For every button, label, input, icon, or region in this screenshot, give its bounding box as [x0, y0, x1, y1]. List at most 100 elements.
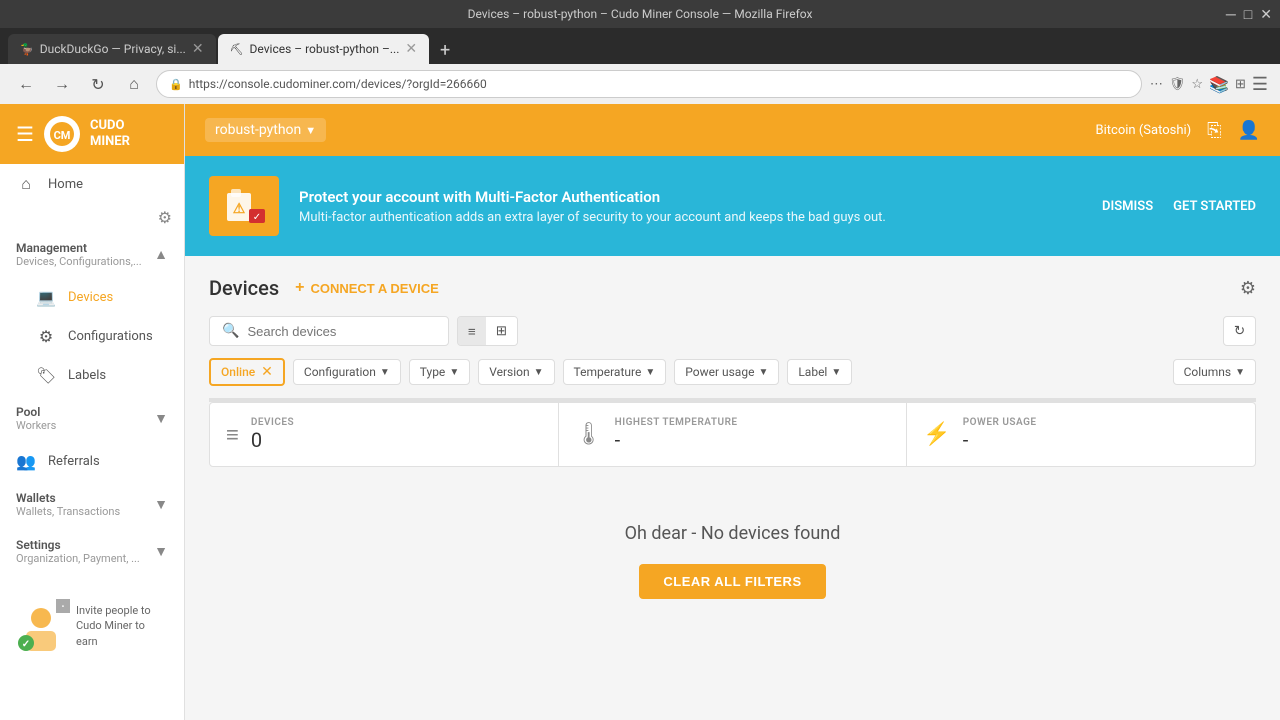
menu-btn[interactable]: ☰ [1252, 74, 1268, 95]
tab-1-close[interactable]: ✕ [192, 41, 204, 57]
mfa-illustration: ⚠ ✓ [219, 181, 269, 231]
tab-2[interactable]: ⛏ Devices – robust-python –... ✕ [218, 34, 430, 64]
settings-title: Settings [16, 538, 140, 552]
svg-text:⚠: ⚠ [233, 201, 246, 217]
power-usage-dropdown[interactable]: Power usage ▼ [674, 359, 779, 385]
clear-all-filters-btn[interactable]: CLEAR ALL FILTERS [639, 564, 825, 599]
mfa-icon: ⚠ ✓ [209, 176, 279, 236]
svg-text:✓: ✓ [22, 639, 30, 650]
list-view-icon: ≡ [468, 324, 476, 339]
home-btn[interactable]: ⌂ [120, 70, 148, 98]
mfa-actions: DISMISS GET STARTED [1102, 199, 1256, 214]
logo-icon: CM [48, 120, 76, 148]
referral-promo: ✓ • Invite people to Cudo Miner to earn [0, 591, 184, 665]
address-bar: ← → ↻ ⌂ 🔒 https://console.cudominer.com/… [0, 64, 1280, 104]
power-stat-icon: ⚡ [923, 422, 950, 447]
stat-temperature: 🌡 HIGHEST TEMPERATURE - [559, 403, 908, 466]
sidebar-item-home[interactable]: ⌂ Home [0, 164, 184, 204]
sidebar-item-devices[interactable]: 💻 Devices [0, 278, 184, 317]
labels-label: Labels [68, 368, 106, 383]
back-btn[interactable]: ← [12, 70, 40, 98]
reader-view[interactable]: ⊞ [1235, 77, 1246, 92]
version-dropdown[interactable]: Version ▼ [478, 359, 554, 385]
tab-2-label: Devices – robust-python –... [250, 42, 400, 56]
label-arrow: ▼ [831, 367, 841, 378]
configuration-label: Configuration [304, 365, 376, 379]
stats-row: ≡ DEVICES 0 🌡 HIGHEST TEMPERATURE - [209, 402, 1256, 467]
search-input[interactable] [247, 324, 436, 339]
online-tag-remove[interactable]: ✕ [261, 364, 273, 380]
currency-label: Bitcoin (Satoshi) [1096, 123, 1192, 138]
extensions-btn[interactable]: ⋯ [1150, 77, 1163, 92]
refresh-btn[interactable]: ↻ [1223, 316, 1256, 346]
tab-1-favicon: 🦆 [20, 43, 34, 56]
devices-stat-icon: ≡ [226, 422, 239, 448]
maximize-btn[interactable]: □ [1244, 6, 1252, 23]
sidebar-item-referrals[interactable]: 👥 Referrals [0, 442, 184, 481]
dismiss-btn[interactable]: DISMISS [1102, 199, 1153, 214]
shield-btn[interactable]: 🛡 [1169, 77, 1186, 92]
connect-device-btn[interactable]: + CONNECT A DEVICE [295, 279, 439, 297]
close-btn[interactable]: ✕ [1260, 7, 1272, 23]
tab-2-close[interactable]: ✕ [405, 41, 417, 57]
bookmark-btn[interactable]: ☆ [1191, 77, 1203, 92]
referrals-icon: 👥 [16, 452, 36, 471]
type-label: Type [420, 365, 446, 379]
columns-btn[interactable]: Columns ▼ [1173, 359, 1256, 385]
grid-view-btn[interactable]: ⊞ [486, 317, 517, 345]
hamburger-menu[interactable]: ☰ [16, 122, 34, 146]
sidebar-pool-section[interactable]: Pool Workers ▼ [0, 395, 184, 442]
list-view-btn[interactable]: ≡ [458, 317, 486, 345]
share-icon[interactable]: ⎘ [1207, 120, 1221, 141]
power-usage-label: Power usage [685, 365, 754, 379]
search-row: 🔍 ≡ ⊞ ↻ [209, 316, 1256, 346]
settings-icon[interactable]: ⚙ [158, 208, 172, 227]
devices-label: Devices [68, 290, 113, 305]
online-filter-tag[interactable]: Online ✕ [209, 358, 285, 386]
sidebar-item-labels[interactable]: 🏷 Labels [0, 356, 184, 395]
configuration-dropdown[interactable]: Configuration ▼ [293, 359, 401, 385]
sidebar-settings-section[interactable]: Settings Organization, Payment, ... ▼ [0, 528, 184, 575]
svg-text:CM: CM [54, 129, 71, 142]
header-right: Bitcoin (Satoshi) ⎘ 👤 [1096, 120, 1260, 141]
mfa-text: Protect your account with Multi-Factor A… [299, 188, 886, 225]
app-layout: ☰ CM CUDOMINER ⌂ Home ⚙ Management Devic… [0, 104, 1280, 720]
reload-btn[interactable]: ↻ [84, 70, 112, 98]
user-icon[interactable]: 👤 [1238, 120, 1260, 141]
security-icon: 🔒 [169, 78, 183, 91]
notification-dot: • [56, 599, 70, 613]
management-collapse-icon: ▲ [154, 246, 168, 263]
power-stat-label: POWER USAGE [963, 417, 1037, 428]
type-dropdown[interactable]: Type ▼ [409, 359, 470, 385]
forward-btn[interactable]: → [48, 70, 76, 98]
sidebar-wallets-section[interactable]: Wallets Wallets, Transactions ▼ [0, 481, 184, 528]
url-bar[interactable]: 🔒 https://console.cudominer.com/devices/… [156, 70, 1142, 98]
temperature-stat-icon: 🌡 [575, 422, 603, 447]
page-content: ⚠ ✓ Protect your account with Multi-Fact… [185, 156, 1280, 720]
sidebar-toggle[interactable]: 📚 [1209, 75, 1229, 94]
search-box[interactable]: 🔍 [209, 316, 449, 346]
refresh-icon: ↻ [1234, 323, 1245, 338]
minimize-btn[interactable]: ─ [1226, 6, 1236, 23]
pool-expand-icon: ▼ [154, 410, 168, 427]
temperature-stat-label: HIGHEST TEMPERATURE [615, 417, 738, 428]
new-tab-btn[interactable]: + [431, 36, 459, 64]
get-started-btn[interactable]: GET STARTED [1173, 199, 1256, 214]
sidebar-management-section[interactable]: Management Devices, Configurations,... ▲ [0, 231, 184, 278]
title-bar: Devices – robust-python – Cudo Miner Con… [0, 0, 1280, 28]
temperature-dropdown[interactable]: Temperature ▼ [563, 359, 667, 385]
org-selector[interactable]: robust-python ▼ [205, 118, 326, 142]
temperature-stat-info: HIGHEST TEMPERATURE - [615, 417, 738, 452]
sidebar-item-configurations[interactable]: ⚙ Configurations [0, 317, 184, 356]
type-arrow: ▼ [449, 367, 459, 378]
app-header: robust-python ▼ Bitcoin (Satoshi) ⎘ 👤 [185, 104, 1280, 156]
wallets-title: Wallets [16, 491, 120, 505]
empty-title: Oh dear - No devices found [229, 523, 1236, 544]
devices-stat-value: 0 [251, 428, 294, 452]
label-dropdown[interactable]: Label ▼ [787, 359, 852, 385]
devices-icon: 💻 [36, 288, 56, 307]
devices-stat-info: DEVICES 0 [251, 417, 294, 452]
power-stat-info: POWER USAGE - [963, 417, 1037, 452]
tab-1[interactable]: 🦆 DuckDuckGo — Privacy, si... ✕ [8, 34, 216, 64]
page-settings-btn[interactable]: ⚙ [1240, 278, 1256, 299]
